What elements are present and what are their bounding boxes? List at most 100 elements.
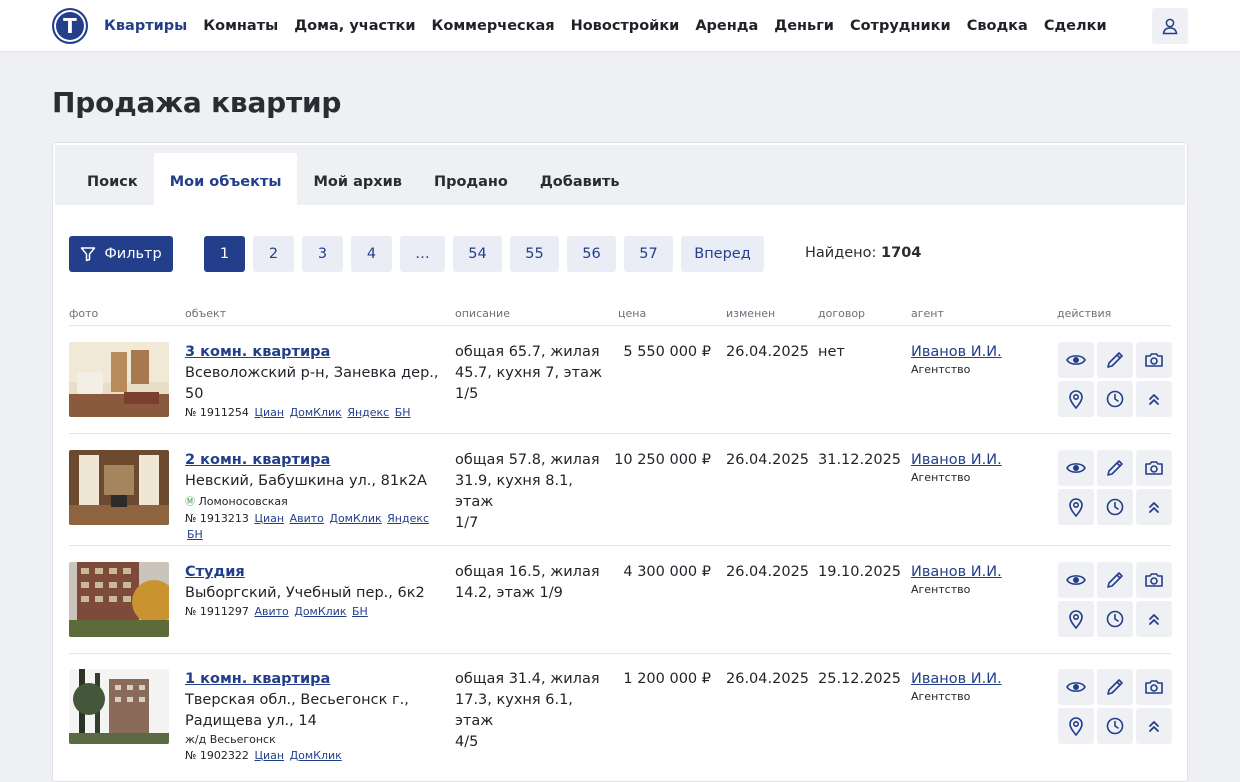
agent-link[interactable]: Иванов И.И. bbox=[911, 342, 1002, 363]
listing-number-line: № 1902322 Циан ДомКлик bbox=[185, 748, 447, 764]
source-link-bn[interactable]: БН bbox=[187, 528, 203, 541]
source-link-avito[interactable]: Авито bbox=[290, 512, 324, 525]
page-button-57[interactable]: 57 bbox=[624, 236, 673, 272]
camera-action-button[interactable] bbox=[1136, 450, 1172, 486]
map-pin-action-button[interactable] bbox=[1058, 601, 1094, 637]
clock-action-button[interactable] bbox=[1097, 601, 1133, 637]
tab-my-archive[interactable]: Мой архив bbox=[297, 153, 417, 205]
source-link-yandex[interactable]: Яндекс bbox=[347, 406, 389, 419]
column-header-agent: агент bbox=[911, 307, 944, 320]
map-pin-action-button[interactable] bbox=[1058, 489, 1094, 525]
nav-item-money[interactable]: Деньги bbox=[774, 18, 834, 34]
page-button-3[interactable]: 3 bbox=[302, 236, 343, 272]
listing-title-link[interactable]: 3 комн. квартира bbox=[185, 342, 447, 363]
nav-item-summary[interactable]: Сводка bbox=[967, 18, 1028, 34]
clock-action-button[interactable] bbox=[1097, 489, 1133, 525]
camera-icon bbox=[1145, 353, 1163, 367]
source-link-bn[interactable]: БН bbox=[352, 605, 368, 618]
listings-panel: Поиск Мои объекты Мой архив Продано Доба… bbox=[52, 142, 1188, 782]
double-chevron-up-icon bbox=[1149, 721, 1159, 732]
nav-item-employees[interactable]: Сотрудники bbox=[850, 18, 951, 34]
nav-item-new-buildings[interactable]: Новостройки bbox=[571, 18, 680, 34]
agent-agency: Агентство bbox=[911, 690, 971, 703]
map-pin-icon bbox=[1069, 717, 1083, 737]
header-divider bbox=[69, 325, 1171, 326]
nav-item-apartments[interactable]: Квартиры bbox=[104, 18, 187, 34]
logo[interactable]: Т bbox=[52, 8, 88, 44]
listing-photo[interactable] bbox=[69, 342, 169, 417]
description-line: общая 57.8, жилая bbox=[455, 452, 600, 468]
source-link-domclick[interactable]: ДомКлик bbox=[294, 605, 346, 618]
pencil-action-button[interactable] bbox=[1097, 342, 1133, 378]
pagination: 1 2 3 4 … 54 55 56 57 Вперед bbox=[204, 236, 772, 272]
source-link-yandex[interactable]: Яндекс bbox=[387, 512, 429, 525]
source-link-domclick[interactable]: ДомКлик bbox=[290, 749, 342, 762]
clock-action-button[interactable] bbox=[1097, 381, 1133, 417]
page-button-4[interactable]: 4 bbox=[351, 236, 392, 272]
description-line: 1/7 bbox=[455, 515, 479, 531]
camera-action-button[interactable] bbox=[1136, 342, 1172, 378]
filter-button[interactable]: Фильтр bbox=[69, 236, 173, 272]
listing-photo[interactable] bbox=[69, 562, 169, 637]
next-page-button[interactable]: Вперед bbox=[681, 236, 764, 272]
listing-title-link[interactable]: Студия bbox=[185, 562, 447, 583]
double-chevron-up-icon bbox=[1149, 502, 1159, 513]
nav-item-rent[interactable]: Аренда bbox=[695, 18, 758, 34]
agent-agency: Агентство bbox=[911, 471, 971, 484]
double-chevron-up-icon bbox=[1149, 394, 1159, 405]
source-link-cian[interactable]: Циан bbox=[254, 512, 284, 525]
agent-link[interactable]: Иванов И.И. bbox=[911, 562, 1002, 583]
page-ellipsis[interactable]: … bbox=[400, 236, 445, 272]
map-pin-action-button[interactable] bbox=[1058, 708, 1094, 744]
source-link-avito[interactable]: Авито bbox=[254, 605, 288, 618]
listing-title-link[interactable]: 1 комн. квартира bbox=[185, 669, 447, 690]
source-link-bn[interactable]: БН bbox=[395, 406, 411, 419]
double-chevron-up-action-button[interactable] bbox=[1136, 381, 1172, 417]
page-button-54[interactable]: 54 bbox=[453, 236, 502, 272]
agent-link[interactable]: Иванов И.И. bbox=[911, 450, 1002, 471]
eye-action-button[interactable] bbox=[1058, 450, 1094, 486]
double-chevron-up-action-button[interactable] bbox=[1136, 601, 1172, 637]
listing-address: Радищева ул., 14 bbox=[185, 713, 317, 729]
nav-item-houses[interactable]: Дома, участки bbox=[294, 18, 415, 34]
eye-action-button[interactable] bbox=[1058, 562, 1094, 598]
nav-item-deals[interactable]: Сделки bbox=[1044, 18, 1107, 34]
double-chevron-up-action-button[interactable] bbox=[1136, 489, 1172, 525]
tab-sold[interactable]: Продано bbox=[418, 153, 524, 205]
agent-link[interactable]: Иванов И.И. bbox=[911, 669, 1002, 690]
tab-my-objects[interactable]: Мои объекты bbox=[153, 153, 298, 205]
listing-photo[interactable] bbox=[69, 450, 169, 525]
listing-number-line: № 1911297 Авито ДомКлик БН bbox=[185, 604, 447, 620]
eye-action-button[interactable] bbox=[1058, 342, 1094, 378]
clock-action-button[interactable] bbox=[1097, 708, 1133, 744]
page-button-55[interactable]: 55 bbox=[510, 236, 559, 272]
pencil-action-button[interactable] bbox=[1097, 669, 1133, 705]
user-icon bbox=[1162, 18, 1178, 35]
page-button-56[interactable]: 56 bbox=[567, 236, 616, 272]
column-header-changed: изменен bbox=[726, 307, 776, 320]
double-chevron-up-action-button[interactable] bbox=[1136, 708, 1172, 744]
source-link-cian[interactable]: Циан bbox=[254, 749, 284, 762]
page-button-1[interactable]: 1 bbox=[204, 236, 245, 272]
listing-photo[interactable] bbox=[69, 669, 169, 744]
listing-object: 2 комн. квартира Невский, Бабушкина ул.,… bbox=[185, 450, 447, 543]
eye-action-button[interactable] bbox=[1058, 669, 1094, 705]
row-actions bbox=[1058, 669, 1172, 744]
found-label: Найдено: bbox=[805, 245, 877, 261]
pencil-action-button[interactable] bbox=[1097, 562, 1133, 598]
listing-title-link[interactable]: 2 комн. квартира bbox=[185, 450, 447, 471]
map-pin-action-button[interactable] bbox=[1058, 381, 1094, 417]
found-count: Найдено: 1704 bbox=[805, 245, 921, 261]
source-link-cian[interactable]: Циан bbox=[254, 406, 284, 419]
pencil-action-button[interactable] bbox=[1097, 450, 1133, 486]
tab-search[interactable]: Поиск bbox=[71, 153, 154, 205]
source-link-domclick[interactable]: ДомКлик bbox=[329, 512, 381, 525]
tab-add[interactable]: Добавить bbox=[524, 153, 636, 205]
nav-item-rooms[interactable]: Комнаты bbox=[203, 18, 278, 34]
nav-item-commercial[interactable]: Коммерческая bbox=[432, 18, 555, 34]
source-link-domclick[interactable]: ДомКлик bbox=[290, 406, 342, 419]
page-button-2[interactable]: 2 bbox=[253, 236, 294, 272]
camera-action-button[interactable] bbox=[1136, 562, 1172, 598]
user-menu-button[interactable] bbox=[1152, 8, 1188, 44]
camera-action-button[interactable] bbox=[1136, 669, 1172, 705]
